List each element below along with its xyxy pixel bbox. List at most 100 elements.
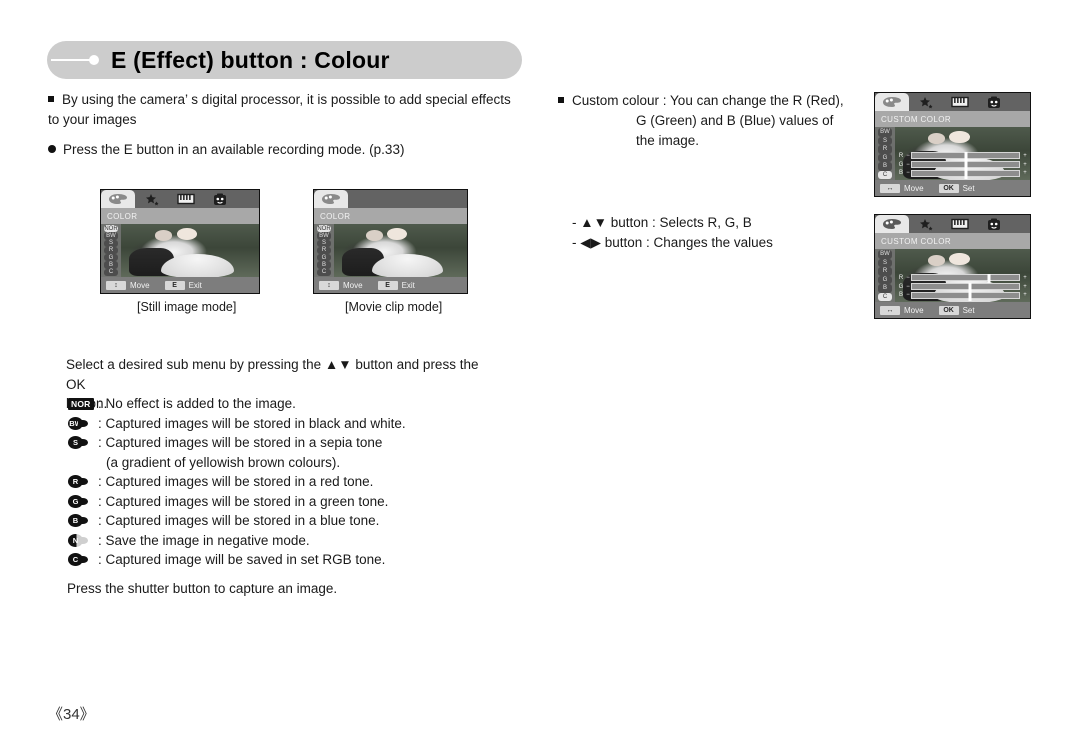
rgb-track-r-1[interactable] — [911, 152, 1020, 162]
lcd-effect-list-custom2[interactable]: BW S R G B C — [875, 249, 895, 302]
square-bullet-icon-right — [558, 97, 564, 103]
legend-item-blue-text: : Captured images will be stored in a bl… — [98, 513, 380, 528]
lcd-still-image-mode: COLOR NOR BW S R G B C ↕ Move E Exit — [100, 189, 260, 294]
rgb-label-b-1: B — [898, 170, 903, 177]
effect-item-g-custom2[interactable]: G — [878, 275, 892, 284]
lcd-tab-strip-custom2 — [875, 215, 1030, 233]
e-key-icon: E — [164, 280, 185, 290]
green-badge-icon: G — [68, 492, 98, 512]
tab-sparkle[interactable] — [135, 190, 169, 208]
legend-item-nor: NOR : No effect is added to the image. — [68, 394, 498, 414]
rgb-track-g-2[interactable] — [911, 283, 1020, 292]
rgb-track-g-1[interactable] — [911, 161, 1020, 170]
lcd-effect-list[interactable]: NOR BW S R G B C — [101, 224, 121, 277]
effect-item-c[interactable]: C — [104, 268, 118, 276]
effect-item-b-custom2[interactable]: B — [878, 284, 892, 293]
rgb-slider-g-1[interactable]: G − + — [897, 161, 1028, 170]
effect-item-c-movie[interactable]: C — [317, 268, 331, 276]
page-title: E (Effect) button : Colour — [111, 46, 390, 73]
move-hint-label-custom1: Move — [904, 183, 924, 193]
legend-item-custom-text: : Captured image will be saved in set RG… — [98, 552, 386, 567]
lcd-preview-photo-movie — [314, 224, 467, 279]
tab-face-custom2[interactable] — [977, 215, 1011, 233]
lcd-footer-hints-custom2: ↔ Move OK Set — [875, 302, 1030, 318]
tab-face-custom1[interactable] — [977, 93, 1011, 111]
effect-item-nor[interactable]: NOR — [104, 225, 118, 233]
lcd-footer-hints-movie: ↕ Move E Exit — [314, 277, 467, 293]
rgb-slider-b-1[interactable]: B − + — [897, 169, 1028, 179]
tab-palette[interactable] — [101, 190, 135, 208]
rgb-plus-icon-r-2: + — [1023, 274, 1027, 281]
legend-item-green: G : Captured images will be stored in a … — [68, 492, 498, 512]
sepia-badge-icon: S — [68, 433, 98, 453]
custom-badge-icon: C — [68, 550, 98, 570]
rgb-track-b-1[interactable] — [911, 169, 1020, 179]
lcd-custom-colour-2: CUSTOM COLOR BW S R G B C R − + G − + B … — [874, 214, 1031, 319]
lcd-preview-photo — [101, 224, 259, 279]
set-hint-label-custom1: Set — [962, 183, 975, 193]
tab-palette-custom1[interactable] — [875, 93, 909, 111]
effect-item-bw-movie[interactable]: BW — [317, 232, 331, 240]
tab-film[interactable] — [169, 190, 203, 208]
rgb-slider-panel-2[interactable]: R − + G − + B − + — [897, 272, 1028, 301]
rgb-slider-g-2[interactable]: G − + — [897, 283, 1028, 292]
effect-item-r-custom2[interactable]: R — [878, 267, 892, 276]
rgb-label-r-1: R — [898, 152, 904, 159]
exit-hint-label-movie: Exit — [401, 280, 415, 290]
rgb-label-r-2: R — [898, 274, 904, 281]
effect-item-bw-custom2[interactable]: BW — [878, 250, 892, 259]
ok-key-icon-custom2: OK — [938, 305, 959, 315]
effect-item-c-custom1[interactable]: C — [878, 170, 892, 179]
leftright-key-icon-custom2: ↔ — [880, 305, 900, 315]
tab-face[interactable] — [203, 190, 237, 208]
effect-item-bw[interactable]: BW — [104, 232, 118, 240]
lcd-effect-list-custom1[interactable]: BW S R G B C — [875, 127, 895, 180]
effect-item-g-movie[interactable]: G — [317, 254, 331, 262]
tab-palette-custom2[interactable] — [875, 215, 909, 233]
shutter-instruction: Press the shutter button to capture an i… — [67, 581, 338, 596]
page-number: 《34》 — [48, 706, 95, 723]
tab-palette-movie[interactable] — [314, 190, 348, 208]
tab-film-custom2[interactable] — [943, 215, 977, 233]
effect-item-r-custom1[interactable]: R — [878, 145, 892, 154]
rgb-plus-icon-b-2: + — [1023, 292, 1027, 299]
rgb-slider-b-2[interactable]: B − + — [897, 291, 1028, 301]
effect-item-g-custom1[interactable]: G — [878, 153, 892, 162]
effect-item-b-movie[interactable]: B — [317, 261, 331, 269]
updown-key-icon-movie: ↕ — [319, 280, 339, 290]
rgb-slider-r-2[interactable]: R − + — [897, 274, 1028, 284]
legend-item-sepia-subtext: (a gradient of yellowish brown colours). — [106, 454, 341, 470]
caption-still-image-mode: [Still image mode] — [137, 300, 237, 314]
move-hint-label-custom2: Move — [904, 305, 924, 315]
right-bullet-1-line3: the image. — [636, 133, 700, 148]
effect-item-s-custom2[interactable]: S — [878, 258, 892, 267]
effect-item-g[interactable]: G — [104, 254, 118, 262]
tab-film-custom1[interactable] — [943, 93, 977, 111]
lcd-menu-title-custom2: CUSTOM COLOR — [875, 233, 1030, 249]
effect-item-s-custom1[interactable]: S — [878, 136, 892, 145]
effect-item-bw-custom1[interactable]: BW — [878, 128, 892, 137]
effect-item-s[interactable]: S — [104, 239, 118, 247]
effect-item-b-custom1[interactable]: B — [878, 162, 892, 171]
rgb-slider-panel-1[interactable]: R − + G − + B − + — [897, 150, 1028, 179]
rgb-plus-icon-b-1: + — [1023, 170, 1027, 177]
tab-sparkle-custom2[interactable] — [909, 215, 943, 233]
effect-item-nor-movie[interactable]: NOR — [317, 225, 331, 233]
legend-item-custom: C : Captured image will be saved in set … — [68, 550, 498, 570]
effect-item-r-movie[interactable]: R — [317, 246, 331, 255]
effect-item-s-movie[interactable]: S — [317, 239, 331, 247]
legend-item-bw-text: : Captured images will be stored in blac… — [98, 415, 406, 431]
rgb-track-b-2[interactable] — [911, 291, 1020, 301]
lcd-tab-strip-movie — [314, 190, 467, 208]
rgb-track-r-2[interactable] — [911, 274, 1020, 284]
nor-badge-icon: NOR — [68, 394, 98, 414]
lcd-effect-list-movie[interactable]: NOR BW S R G B C — [314, 224, 334, 277]
tab-sparkle-custom1[interactable] — [909, 93, 943, 111]
lcd-menu-title-custom1: CUSTOM COLOR — [875, 111, 1030, 127]
header-decoration-icon — [51, 53, 111, 67]
effect-item-c-custom2[interactable]: C — [878, 292, 892, 301]
lcd-footer-hints-custom1: ↔ Move OK Set — [875, 180, 1030, 196]
effect-item-b[interactable]: B — [104, 261, 118, 269]
effect-item-r[interactable]: R — [104, 246, 118, 255]
rgb-slider-r-1[interactable]: R − + — [897, 152, 1028, 162]
